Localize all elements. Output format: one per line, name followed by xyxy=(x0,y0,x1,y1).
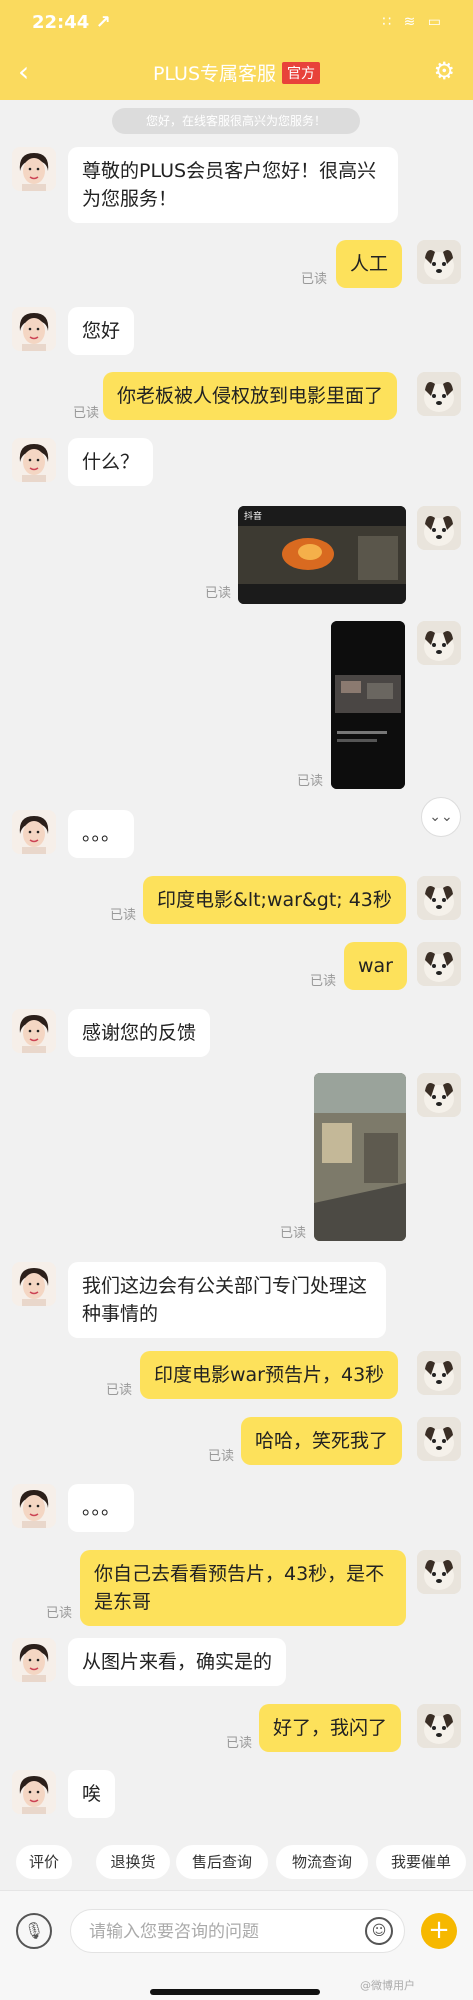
status-icons: ∷ ≋ ▭ xyxy=(382,14,445,30)
quick-reply-aftersales[interactable]: 售后查询 xyxy=(176,1845,268,1879)
mic-icon[interactable]: 🎙 xyxy=(16,1913,52,1949)
movie-still xyxy=(314,1073,406,1241)
user-avatar[interactable] xyxy=(417,621,461,665)
user-avatar[interactable] xyxy=(417,942,461,986)
user-avatar[interactable] xyxy=(417,1550,461,1594)
user-avatar[interactable] xyxy=(417,240,461,284)
read-status: 已读 xyxy=(226,1736,253,1751)
agent-message: 什么？ xyxy=(68,438,154,486)
read-status: 已读 xyxy=(106,1383,133,1398)
scroll-down-button[interactable]: ⌄⌄ xyxy=(421,797,461,837)
emoji-icon[interactable]: ☺ xyxy=(365,1917,393,1945)
video-thumbnail xyxy=(238,506,406,604)
image-message[interactable] xyxy=(331,621,405,789)
user-message: 印度电影&lt;war&gt; 43秒 xyxy=(143,876,406,924)
input-bar: 🎙 请输入您要咨询的问题 ☺ + @微博用户 xyxy=(0,1890,473,2000)
read-status: 已读 xyxy=(46,1606,73,1621)
title-text: PLUS专属客服 xyxy=(152,63,277,85)
plus-icon[interactable]: + xyxy=(421,1913,457,1949)
agent-avatar[interactable] xyxy=(12,1770,56,1814)
read-status: 已读 xyxy=(205,586,232,601)
official-badge: 官方 xyxy=(282,62,321,84)
user-message: 你老板被人侵权放到电影里面了 xyxy=(103,372,398,420)
message-input[interactable]: 请输入您要咨询的问题 xyxy=(70,1909,405,1953)
agent-avatar[interactable] xyxy=(12,1009,56,1053)
agent-message: 感谢您的反馈 xyxy=(68,1009,211,1057)
agent-message: 尊敬的PLUS会员客户您好！很高兴为您服务！ xyxy=(68,147,398,223)
phone-screenshot xyxy=(331,621,405,789)
agent-avatar[interactable] xyxy=(12,810,56,854)
read-status: 已读 xyxy=(208,1449,235,1464)
agent-message: 我们这边会有公关部门专门处理这种事情的 xyxy=(68,1262,386,1338)
service-notice: 您好，在线客服很高兴为您服务！ xyxy=(112,108,360,134)
agent-message: 从图片来看，确实是的 xyxy=(68,1638,287,1686)
user-message: 你自己去看看预告片，43秒，是不是东哥 xyxy=(80,1550,406,1626)
status-time: 22:44 ↗ xyxy=(32,12,111,33)
read-status: 已读 xyxy=(310,974,337,989)
user-avatar[interactable] xyxy=(417,1417,461,1461)
read-status: 已读 xyxy=(297,774,324,789)
video-message[interactable]: 抖音 xyxy=(238,506,406,604)
read-status: 已读 xyxy=(301,272,328,287)
agent-avatar[interactable] xyxy=(12,1484,56,1528)
read-status: 已读 xyxy=(280,1226,307,1241)
agent-message: 唉 xyxy=(68,1770,116,1818)
home-indicator xyxy=(150,1989,320,1995)
user-message: war xyxy=(344,942,407,990)
user-message: 好了，我闪了 xyxy=(259,1704,402,1752)
user-avatar[interactable] xyxy=(417,1704,461,1748)
read-status: 已读 xyxy=(73,406,100,421)
agent-avatar[interactable] xyxy=(12,1262,56,1306)
nav-bar: ‹ PLUS专属客服 官方 ⚙ xyxy=(0,45,473,100)
user-avatar[interactable] xyxy=(417,372,461,416)
user-avatar[interactable] xyxy=(417,1073,461,1117)
read-status: 已读 xyxy=(110,908,137,923)
watermark: @微博用户 xyxy=(360,1979,415,1992)
status-bar: 22:44 ↗ ∷ ≋ ▭ xyxy=(0,0,473,45)
user-message: 人工 xyxy=(336,240,403,288)
agent-message: 您好 xyxy=(68,307,135,355)
user-avatar[interactable] xyxy=(417,1351,461,1395)
quick-reply-return[interactable]: 退换货 xyxy=(96,1845,170,1879)
agent-message: 。。。 xyxy=(68,810,135,858)
user-avatar[interactable] xyxy=(417,506,461,550)
quick-reply-rate[interactable]: 评价 xyxy=(16,1845,72,1879)
user-avatar[interactable] xyxy=(417,876,461,920)
agent-message: 。。。 xyxy=(68,1484,135,1532)
user-message: 哈哈，笑死我了 xyxy=(241,1417,403,1465)
gear-icon[interactable]: ⚙ xyxy=(433,57,455,85)
quick-reply-urge[interactable]: 我要催单 xyxy=(376,1845,466,1879)
quick-reply-logistics[interactable]: 物流查询 xyxy=(276,1845,368,1879)
agent-avatar[interactable] xyxy=(12,438,56,482)
image-message[interactable] xyxy=(314,1073,406,1241)
app-tag: 抖音 xyxy=(244,512,263,522)
agent-avatar[interactable] xyxy=(12,1638,56,1682)
agent-avatar[interactable] xyxy=(12,147,56,191)
agent-avatar[interactable] xyxy=(12,307,56,351)
user-message: 印度电影war预告片，43秒 xyxy=(140,1351,399,1399)
page-title: PLUS专属客服 官方 xyxy=(0,59,473,86)
